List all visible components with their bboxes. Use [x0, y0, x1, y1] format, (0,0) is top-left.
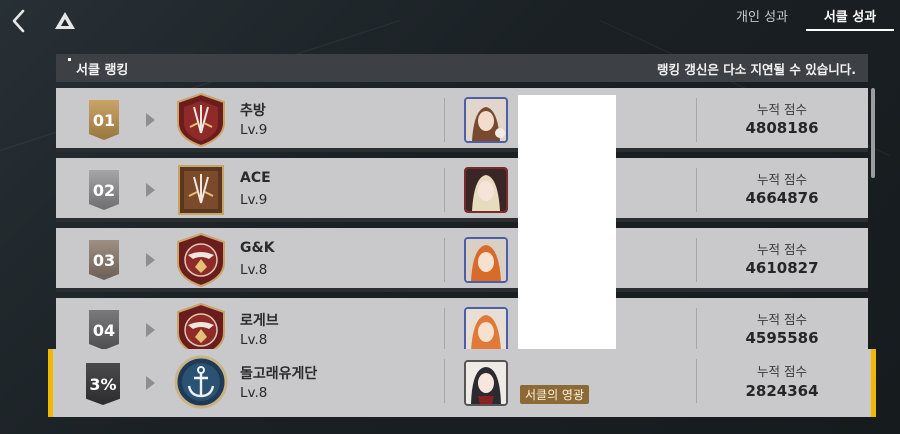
- circle-name: 추방: [240, 103, 266, 119]
- leader-avatar[interactable]: [464, 237, 508, 283]
- leader-avatar[interactable]: [464, 307, 508, 353]
- circle-glory-badge: 서클의 영광: [520, 385, 590, 404]
- score-label: 누적 점수: [757, 242, 807, 257]
- circle-name: 돌고래유게단: [240, 366, 318, 382]
- leader-avatar[interactable]: [464, 360, 508, 406]
- rank-plate: 04: [89, 310, 119, 350]
- redacted-area: [518, 95, 616, 383]
- character-portrait-icon: [466, 309, 506, 351]
- highlight-bar-left: [48, 349, 53, 417]
- rank-number: 04: [92, 320, 116, 340]
- circle-level: Lv.8: [240, 332, 268, 348]
- score-value: 4595586: [745, 329, 819, 347]
- anchor-emblem-icon: [174, 355, 228, 409]
- column-divider: [444, 168, 445, 212]
- game-logo-icon: [54, 10, 76, 32]
- tab-circle-results[interactable]: 서클 성과: [800, 0, 900, 34]
- score-label: 누적 점수: [757, 312, 807, 327]
- ranking-title: 서클 랭킹: [67, 57, 128, 78]
- circle-level: Lv.8: [240, 385, 268, 401]
- circle-level: Lv.9: [240, 122, 268, 138]
- character-portrait-icon: [466, 239, 506, 281]
- rank-badge: 03: [89, 240, 119, 280]
- rank-plate: 02: [89, 170, 119, 210]
- highlight-bar-right: [871, 349, 876, 417]
- circle-level: Lv.8: [240, 262, 268, 278]
- score-label: 누적 점수: [757, 364, 807, 379]
- expand-arrow-icon[interactable]: [146, 113, 155, 127]
- tab-personal-results[interactable]: 개인 성과: [724, 0, 800, 34]
- ranking-header: 서클 랭킹 랭킹 갱신은 다소 지연될 수 있습니다.: [56, 54, 868, 82]
- column-divider: [444, 98, 445, 142]
- rank-number: 02: [92, 180, 116, 200]
- rank-badge: 04: [89, 310, 119, 350]
- circle-name: ACE: [240, 170, 271, 186]
- score-value: 2824364: [745, 382, 819, 400]
- circle-emblem-icon: [177, 233, 225, 287]
- rank-badge: 01: [89, 100, 119, 140]
- column-divider: [444, 359, 445, 403]
- rank-number: 03: [92, 250, 116, 270]
- expand-arrow-icon[interactable]: [146, 183, 155, 197]
- circle-emblem-icon: [178, 165, 224, 215]
- circle-level: Lv.9: [240, 192, 268, 208]
- leader-avatar[interactable]: [464, 97, 508, 143]
- ranking-row[interactable]: 01 추방 Lv.9 누적 점수 4808186: [56, 88, 868, 152]
- column-divider: [444, 308, 445, 352]
- ranking-delay-note: 랭킹 갱신은 다소 지연될 수 있습니다.: [656, 61, 856, 77]
- ranking-row[interactable]: 02 ACE Lv.9 누적 점수 4664876: [56, 158, 868, 222]
- leader-avatar[interactable]: [464, 167, 508, 213]
- ranking-row[interactable]: 03 G&K Lv.8 누적 점수 4610827: [56, 228, 868, 292]
- expand-arrow-icon[interactable]: [146, 376, 155, 390]
- circle-name: 로게브: [240, 313, 279, 329]
- character-portrait-icon: [466, 169, 506, 211]
- score-label: 누적 점수: [757, 172, 807, 187]
- character-portrait-icon: [466, 362, 506, 404]
- rank-plate: 3%: [86, 363, 120, 405]
- score-value: 4664876: [745, 189, 819, 207]
- score-value: 4610827: [745, 259, 819, 277]
- rank-plate: 03: [89, 240, 119, 280]
- tab-bar: 개인 성과 서클 성과: [724, 0, 900, 34]
- rank-plate: 01: [89, 100, 119, 140]
- character-portrait-icon: [466, 99, 506, 141]
- rank-percent: 3%: [89, 374, 117, 394]
- rank-number: 01: [92, 110, 116, 130]
- score-value: 4808186: [745, 119, 819, 137]
- circle-emblem-icon: [177, 93, 225, 147]
- expand-arrow-icon[interactable]: [146, 323, 155, 337]
- column-divider: [444, 238, 445, 282]
- expand-arrow-icon[interactable]: [146, 253, 155, 267]
- score-label: 누적 점수: [757, 102, 807, 117]
- list-scrollbar[interactable]: [871, 88, 875, 178]
- my-circle-row[interactable]: 3% 돌고래유게단 Lv.8 서클의 영광 누적 점수 2824364: [48, 349, 876, 417]
- rank-badge: 3%: [86, 363, 120, 405]
- rank-badge: 02: [89, 170, 119, 210]
- back-button[interactable]: [8, 8, 30, 34]
- chevron-left-icon: [12, 9, 25, 33]
- circle-name: G&K: [240, 240, 275, 256]
